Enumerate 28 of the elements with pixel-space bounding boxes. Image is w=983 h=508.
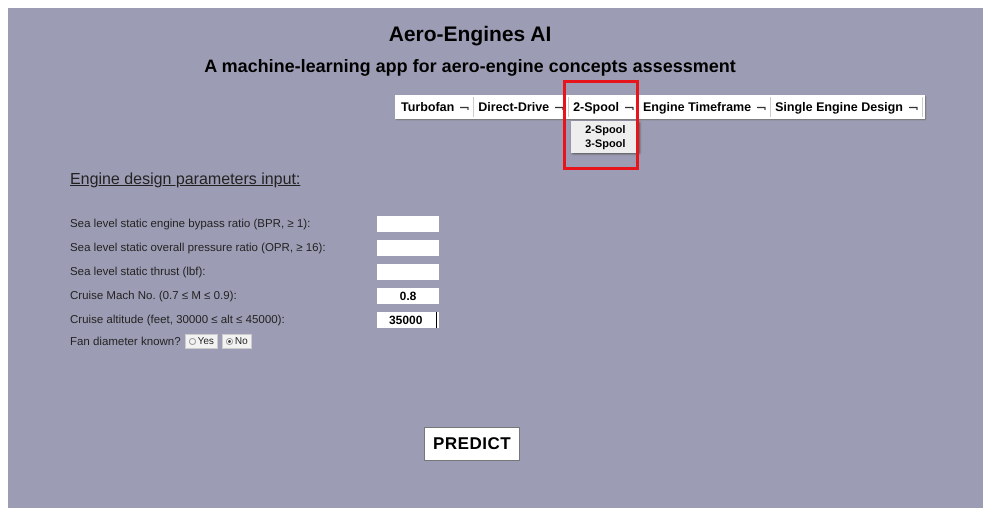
radio-label: Yes [198,336,214,347]
field-label: Sea level static overall pressure ratio (OPR, ≥ 16): [70,242,327,254]
caret-icon [460,104,470,110]
radio-option[interactable]: Yes [184,334,218,349]
field-label: Fan diameter known? [70,336,181,348]
input-field[interactable]: 35000 [377,312,439,328]
radio-button[interactable] [188,338,196,345]
caret-icon [757,104,766,110]
radio-option[interactable]: No [222,334,252,349]
input-field[interactable] [377,216,439,232]
input-field[interactable]: 0.8 [377,288,439,304]
caret-icon [908,104,918,110]
dropdown-option[interactable]: 2-Spool [571,123,640,137]
section-heading: Engine design parameters input: [70,171,300,189]
app-title: Aero-Engines AI [388,23,552,47]
caret-icon [624,104,634,110]
dropdown-option[interactable]: 3-Spool [571,137,640,151]
field-label: Sea level static thrust (lbf): [70,266,206,278]
field-label: Sea level static engine bypass ratio (BPR, ≥ 1): [70,218,312,230]
field-label: Cruise Mach No. (0.7 ≤ M ≤ 0.9): [70,290,238,302]
input-field[interactable] [377,240,439,256]
input-field[interactable] [377,264,439,280]
predict-button[interactable]: PREDICT [424,427,520,461]
caret-icon [555,104,564,110]
app-subtitle: A machine-learning app for aero-engine concepts assessment [204,56,736,77]
field-label: Cruise altitude (feet, 30000 ≤ alt ≤ 45000): [70,314,286,326]
radio-button[interactable] [226,338,233,345]
radio-label: No [234,336,248,347]
